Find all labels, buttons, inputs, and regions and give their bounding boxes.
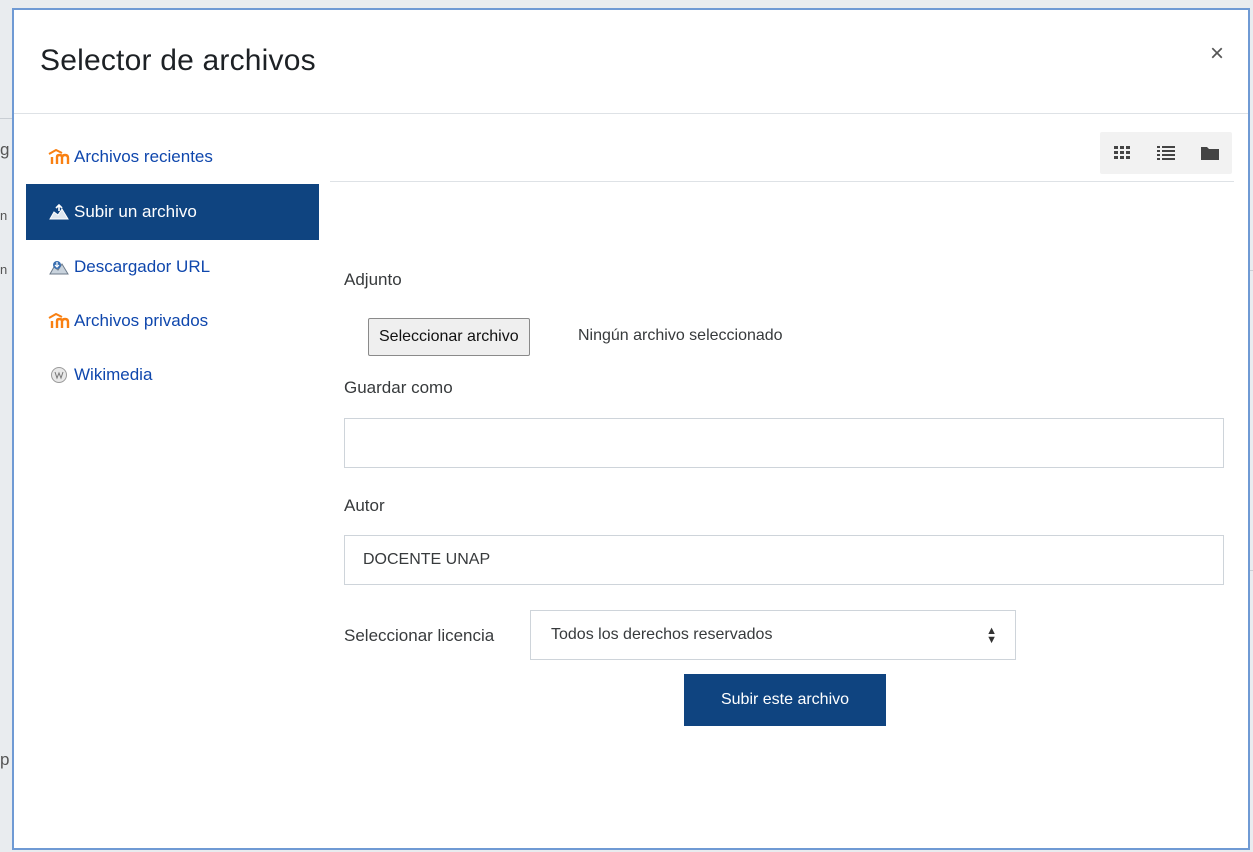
choose-file-button[interactable]: Seleccionar archivo (368, 318, 530, 356)
folder-view-icon (1201, 147, 1219, 160)
dialog-title: Selector de archivos (40, 44, 316, 77)
sidebar-item-recent-files[interactable]: Archivos recientes (26, 130, 319, 184)
folder-view-button[interactable] (1188, 132, 1232, 174)
view-switcher (1100, 132, 1232, 174)
attachment-label: Adjunto (344, 270, 402, 289)
background-text: n (0, 208, 8, 223)
moodle-icon (48, 148, 70, 166)
save-as-input[interactable] (344, 418, 1224, 468)
sidebar-item-label: Archivos recientes (74, 147, 213, 166)
list-view-button[interactable] (1144, 132, 1188, 174)
sidebar-item-url-downloader[interactable]: Descargador URL (26, 240, 319, 294)
sidebar-item-wikimedia[interactable]: Wikimedia (26, 348, 319, 402)
sidebar-item-label: Descargador URL (74, 257, 211, 276)
license-selected-value: Todos los derechos reservados (551, 626, 773, 643)
list-view-icon (1157, 146, 1175, 160)
close-button[interactable]: × (1210, 42, 1224, 66)
author-input[interactable] (344, 535, 1224, 585)
wikimedia-icon (48, 366, 70, 384)
background-divider (0, 118, 12, 119)
file-picker-toolbar (330, 130, 1234, 182)
background-text: p (0, 750, 10, 769)
background-text: n (0, 262, 8, 277)
background-text: g (0, 140, 10, 159)
url-download-icon (48, 258, 70, 276)
grid-view-button[interactable] (1100, 132, 1144, 174)
sidebar-item-label: Subir un archivo (74, 202, 197, 221)
dialog-header: Selector de archivos × (14, 10, 1248, 114)
sidebar-item-label: Archivos privados (74, 311, 209, 330)
sidebar-item-label: Wikimedia (74, 365, 153, 384)
grid-view-icon (1114, 146, 1130, 159)
sidebar-item-private-files[interactable]: Archivos privados (26, 294, 319, 348)
license-label: Seleccionar licencia (344, 626, 495, 645)
file-status-text: Ningún archivo seleccionado (578, 327, 783, 344)
select-arrows-icon: ▲ ▼ (986, 625, 997, 646)
license-select[interactable]: Todos los derechos reservados ▲ ▼ (530, 610, 1016, 660)
file-picker-dialog: Selector de archivos × Archivos reciente… (12, 8, 1250, 850)
upload-file-button[interactable]: Subir este archivo (684, 674, 886, 726)
sidebar-item-upload-file[interactable]: Subir un archivo (26, 184, 319, 240)
repository-sidebar: Archivos recientes Subir un archivo Desc… (26, 130, 319, 402)
upload-icon (48, 203, 70, 221)
save-as-label: Guardar como (344, 378, 453, 397)
author-label: Autor (344, 496, 385, 515)
moodle-icon (48, 312, 70, 330)
